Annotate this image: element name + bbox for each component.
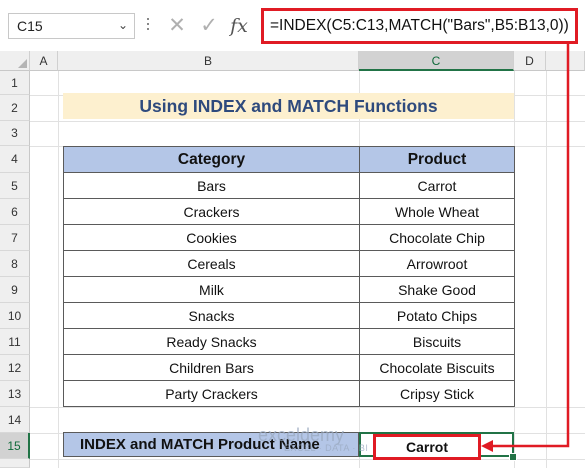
arrow-head-icon [481, 440, 493, 452]
arrow-line [490, 44, 570, 448]
highlight-arrow [481, 44, 570, 452]
